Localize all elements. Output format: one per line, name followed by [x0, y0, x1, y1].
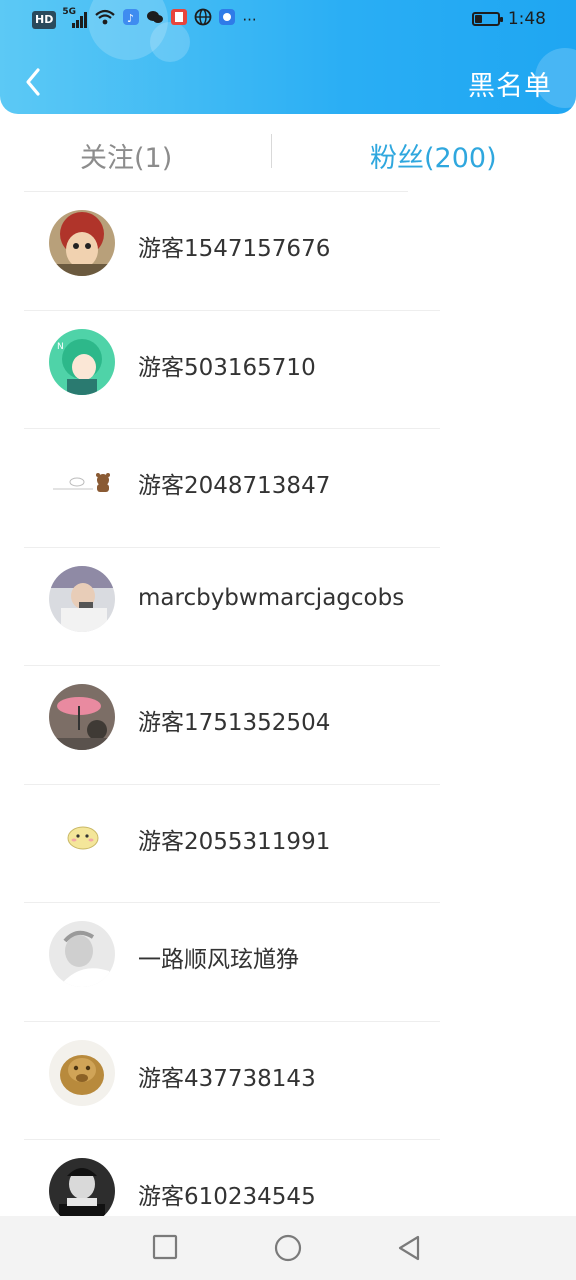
- circle-icon: [274, 1234, 302, 1262]
- browser-app-icon: [218, 8, 236, 31]
- fan-name: 游客2048713847: [138, 473, 331, 499]
- fan-name: 游客1751352504: [138, 710, 331, 736]
- list-item[interactable]: 游客1751352504: [0, 666, 576, 785]
- avatar[interactable]: [49, 1158, 115, 1224]
- hd-badge: HD: [32, 10, 57, 29]
- avatar[interactable]: [49, 210, 115, 276]
- book-app-icon: [170, 8, 188, 31]
- avatar[interactable]: [49, 447, 115, 513]
- fan-name: 游客2055311991: [138, 828, 331, 855]
- system-nav-bar: [0, 1216, 576, 1280]
- fans-list: 游客1547157676 N 游客503165710 游客2048713847 …: [0, 192, 576, 1259]
- recent-apps-button[interactable]: [152, 1234, 178, 1264]
- wechat-icon: [146, 8, 164, 31]
- fan-name: 游客610234545: [138, 1184, 316, 1210]
- home-button[interactable]: [274, 1234, 302, 1266]
- fan-name: 游客437738143: [138, 1065, 316, 1092]
- nav-back-button[interactable]: [396, 1234, 422, 1266]
- avatar[interactable]: [49, 684, 115, 750]
- tab-bar: 关注(1) 粉丝(200): [0, 114, 576, 194]
- header: HD 5G ♪ ··· 1:48 黑名单: [0, 0, 576, 114]
- list-item[interactable]: 游客2055311991: [0, 785, 576, 903]
- list-item[interactable]: 一路顺风玹馗狰: [0, 903, 576, 1022]
- tab-following[interactable]: 关注(1): [80, 136, 172, 175]
- tab-fans[interactable]: 粉丝(200): [370, 136, 497, 175]
- list-item[interactable]: 游客1547157676: [0, 192, 576, 311]
- clock: 1:48: [507, 9, 546, 29]
- back-button[interactable]: [18, 62, 58, 102]
- tab-divider: [271, 134, 272, 168]
- fan-name: 一路顺风玹馗狰: [138, 947, 299, 973]
- list-item[interactable]: marcbybwmarcjagcobs: [0, 548, 576, 666]
- blacklist-button[interactable]: 黑名单: [468, 64, 552, 103]
- avatar[interactable]: [49, 921, 115, 987]
- svg-text:N: N: [57, 342, 64, 352]
- avatar[interactable]: N: [49, 328, 115, 395]
- chevron-left-icon: [26, 68, 40, 96]
- battery-icon: [471, 12, 503, 26]
- svg-text:♪: ♪: [127, 12, 134, 25]
- triangle-back-icon: [398, 1235, 420, 1261]
- avatar[interactable]: [49, 802, 115, 869]
- square-icon: [152, 1234, 178, 1260]
- avatar[interactable]: [49, 565, 115, 632]
- status-bar: HD 5G ♪ ··· 1:48: [0, 0, 576, 40]
- list-item[interactable]: 游客2048713847: [0, 429, 576, 548]
- signal-icon: 5G: [62, 7, 88, 29]
- fan-name: marcbybwmarcjagcobs: [138, 584, 405, 611]
- music-app-icon: ♪: [122, 8, 140, 31]
- wifi-icon: [94, 8, 116, 31]
- more-notifications: ···: [242, 10, 257, 29]
- avatar[interactable]: [49, 1039, 115, 1106]
- fan-name: 游客503165710: [138, 354, 316, 381]
- globe-icon: [194, 8, 212, 31]
- fan-name: 游客1547157676: [138, 236, 331, 262]
- list-item[interactable]: N 游客503165710: [0, 311, 576, 429]
- list-item[interactable]: 游客437738143: [0, 1022, 576, 1140]
